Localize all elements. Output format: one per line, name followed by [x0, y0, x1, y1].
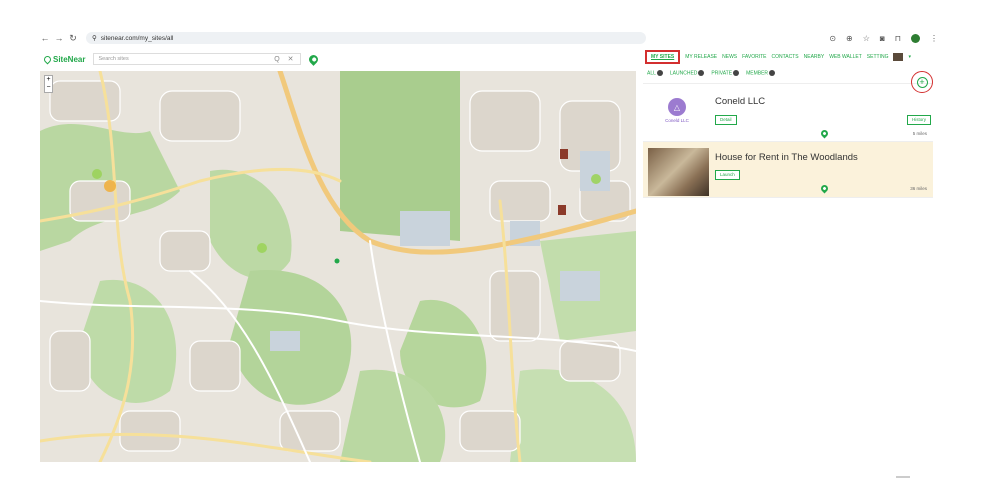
zoom-icon[interactable]: ⊕ [846, 34, 853, 43]
map-zoom-control: + − [44, 75, 53, 93]
search-input[interactable]: Search sites Q ✕ [93, 53, 302, 65]
zoom-out-button[interactable]: − [45, 84, 52, 92]
tab-member[interactable]: MEMBER [746, 70, 776, 77]
back-icon[interactable]: ← [38, 33, 52, 43]
tab-launched[interactable]: LAUNCHED [669, 70, 705, 77]
nav-my-release[interactable]: MY RELEASE [685, 54, 717, 60]
logo-pin-icon [42, 54, 53, 64]
url-text: sitenear.com/my_sites/all [100, 34, 174, 42]
map-view[interactable]: + − [40, 71, 636, 462]
forward-icon[interactable]: → [52, 33, 66, 43]
browser-toolbar: ← → ↻ ⚲ sitenear.com/my_sites/all ⊙ ⊕ ☆ … [38, 30, 944, 46]
distance-label: 36 miles [910, 186, 927, 191]
site-logo: △ Coneld LLC [659, 98, 695, 134]
detail-button[interactable]: Detail [715, 115, 737, 125]
nav-favorite[interactable]: FAVORITE [742, 54, 766, 60]
logo-text: SiteNear [53, 54, 86, 64]
distance-label: 5 miles [912, 131, 927, 136]
location-pin-icon[interactable] [819, 183, 830, 194]
history-button[interactable]: History [906, 115, 931, 125]
triangle-logo-icon: △ [668, 98, 686, 116]
camera-icon[interactable]: ◙ [880, 34, 885, 43]
avatar-dropdown-icon[interactable]: ▾ [908, 54, 911, 60]
site-card[interactable]: House for Rent in The Woodlands Launch 3… [643, 142, 933, 198]
nav-my-sites[interactable]: MY SITES [645, 50, 681, 64]
site-title[interactable]: Coneld LLC [715, 96, 765, 107]
count-badge [769, 70, 776, 77]
location-pin-icon[interactable] [819, 128, 830, 139]
count-badge [733, 70, 740, 77]
nav-nearby[interactable]: NEARBY [804, 54, 825, 60]
nav-setting[interactable]: SETTING [867, 54, 889, 60]
scroll-indicator [896, 476, 910, 478]
nav-news[interactable]: NEWS [722, 54, 737, 60]
count-badge [698, 70, 705, 77]
tab-private-label: PRIVATE [711, 70, 733, 77]
search-clear-icon[interactable]: Q ✕ [274, 55, 296, 63]
site-thumbnail [648, 148, 709, 196]
site-header: SiteNear Search sites Q ✕ [42, 50, 639, 68]
zoom-in-button[interactable]: + [45, 76, 52, 84]
site-logo-text: Coneld LLC [665, 118, 689, 123]
nav-contacts[interactable]: CONTACTS [771, 54, 798, 60]
extension-icon[interactable]: ⊓ [895, 34, 901, 43]
launch-button[interactable]: Launch [715, 170, 740, 180]
sites-panel: MY SITES MY RELEASE NEWS FAVORITE CONTAC… [643, 50, 933, 198]
count-badge [656, 70, 663, 77]
tab-launched-label: LAUNCHED [669, 70, 698, 77]
site-title[interactable]: House for Rent in The Woodlands [715, 152, 858, 163]
tab-all[interactable]: ALL [647, 70, 663, 77]
sitenear-logo[interactable]: SiteNear [42, 54, 86, 64]
user-avatar[interactable] [893, 53, 904, 61]
reload-icon[interactable]: ↻ [66, 33, 80, 44]
location-icon[interactable]: ⊙ [829, 34, 836, 43]
nav-web-wallet[interactable]: WEB WALLET [829, 54, 862, 60]
profile-avatar[interactable] [911, 33, 920, 43]
site-filter-tabs: ALL LAUNCHED PRIVATE MEMBER [643, 64, 933, 84]
site-info-icon[interactable]: ⚲ [92, 34, 97, 42]
my-location-pin-icon[interactable] [307, 52, 321, 66]
tab-all-label: ALL [647, 70, 656, 77]
tab-private[interactable]: PRIVATE [711, 70, 740, 77]
map-canvas[interactable] [40, 71, 636, 462]
address-bar[interactable]: ⚲ sitenear.com/my_sites/all [86, 32, 646, 44]
site-card[interactable]: △ Coneld LLC Coneld LLC Detail History 5… [643, 84, 933, 142]
main-nav: MY SITES MY RELEASE NEWS FAVORITE CONTAC… [643, 50, 933, 64]
search-placeholder: Search sites [98, 56, 129, 62]
tab-member-label: MEMBER [746, 70, 769, 77]
star-icon[interactable]: ☆ [863, 34, 870, 43]
menu-icon[interactable]: ⋮ [930, 34, 938, 43]
